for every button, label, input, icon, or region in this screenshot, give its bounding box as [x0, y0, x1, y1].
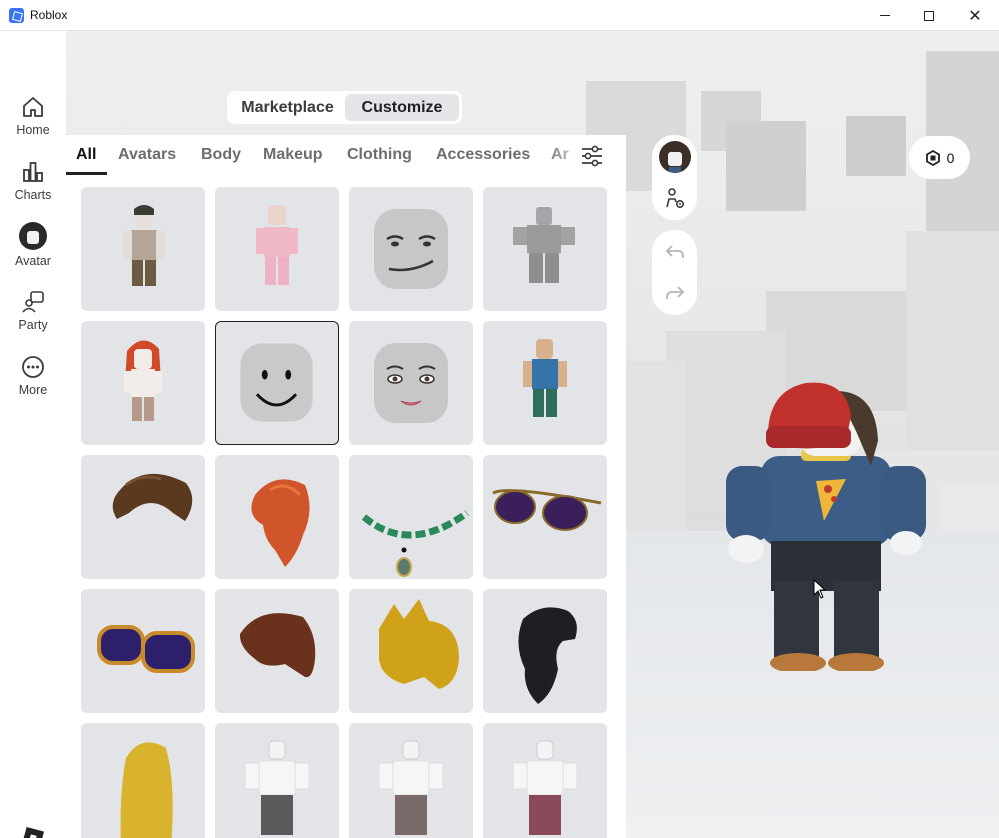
tab-accessories[interactable]: Accessories [436, 146, 530, 164]
hair-golden-icon [379, 599, 459, 689]
necklace-green-icon [361, 510, 470, 577]
close-button[interactable]: ✕ [952, 0, 998, 31]
nav-more-label: More [18, 383, 48, 397]
avatar-settings-icon[interactable] [664, 187, 686, 209]
nav-home-label: Home [16, 123, 50, 137]
tab-all[interactable]: All [76, 146, 96, 164]
item-tile[interactable] [215, 589, 339, 713]
tab-body[interactable]: Body [201, 146, 241, 164]
item-tile[interactable] [483, 723, 607, 838]
robux-icon [925, 149, 940, 166]
undo-redo-pill [652, 230, 697, 315]
item-tile[interactable] [215, 723, 339, 838]
roblox-logo-icon [9, 8, 24, 23]
marketplace-tab[interactable]: Marketplace [230, 94, 345, 121]
avatar-brown-shirt-icon [123, 205, 165, 286]
face-woman-icon [374, 343, 448, 423]
hair-orange-icon [251, 479, 310, 567]
redo-icon[interactable] [665, 284, 685, 302]
left-navigation: Home Charts Avatar Party More [0, 31, 66, 838]
nav-charts-label: Charts [14, 188, 52, 202]
filter-sliders-icon[interactable] [579, 143, 605, 169]
face-smirk-icon [374, 209, 448, 289]
maximize-icon [924, 10, 934, 21]
item-tile[interactable] [483, 187, 607, 311]
avatar-3d-model [726, 382, 926, 671]
charts-icon [23, 162, 43, 182]
avatar-tools-pill [652, 135, 697, 220]
window-title: Roblox [30, 8, 68, 22]
item-tile[interactable] [349, 321, 473, 445]
mouse-cursor-icon [813, 579, 827, 599]
avatar-white-3-icon [512, 740, 578, 835]
nav-avatar-label: Avatar [15, 254, 51, 268]
item-tile[interactable] [81, 455, 205, 579]
item-tile[interactable] [483, 589, 607, 713]
avatar-pink-icon [256, 205, 298, 285]
item-tile[interactable] [215, 187, 339, 311]
avatar-blue-shirt-icon [523, 339, 567, 417]
nav-home[interactable]: Home [0, 95, 66, 137]
item-tile[interactable] [81, 321, 205, 445]
roblox-mark-icon [21, 826, 45, 838]
avatar-headshot-button[interactable] [659, 141, 691, 173]
hair-brown-icon [112, 473, 193, 521]
minimize-button[interactable] [862, 0, 908, 31]
item-tile[interactable] [81, 187, 205, 311]
avatar-gray-blocky-icon [513, 207, 575, 283]
avatar-white-1-icon [244, 740, 310, 835]
nav-more[interactable]: More [0, 355, 66, 397]
item-tile[interactable] [483, 455, 607, 579]
avatar-white-2-icon [378, 740, 444, 835]
tab-makeup[interactable]: Makeup [263, 146, 323, 164]
robux-balance: 0 [946, 149, 955, 166]
customize-tab[interactable]: Customize [345, 94, 459, 121]
hair-brown-messy-icon [239, 613, 316, 678]
face-smile-icon [240, 343, 313, 422]
title-bar: Roblox ✕ [0, 0, 999, 31]
close-icon: ✕ [968, 5, 982, 25]
tab-avatars[interactable]: Avatars [118, 146, 176, 164]
item-tile[interactable] [81, 723, 205, 838]
item-tile[interactable] [349, 187, 473, 311]
item-tile[interactable] [349, 723, 473, 838]
avatar-red-hair-icon [124, 340, 162, 421]
sunglasses-orange-icon [97, 625, 195, 673]
nav-avatar[interactable]: Avatar [0, 222, 66, 268]
nav-party[interactable]: Party [0, 290, 66, 332]
customize-panel: All Avatars Body Makeup Clothing Accesso… [66, 135, 626, 838]
robux-balance-button[interactable]: 0 [909, 136, 970, 179]
maximize-button[interactable] [906, 0, 952, 31]
more-icon [22, 356, 44, 378]
active-tab-indicator [66, 172, 107, 175]
hair-black-icon [518, 607, 577, 704]
category-tabs: All Avatars Body Makeup Clothing Accesso… [66, 135, 626, 177]
avatar-icon [19, 222, 47, 250]
tab-clothing[interactable]: Clothing [347, 146, 412, 164]
item-tile-selected[interactable] [215, 321, 339, 445]
party-icon [22, 291, 44, 313]
undo-icon[interactable] [665, 243, 685, 261]
marketplace-customize-toggle: Marketplace Customize [227, 91, 462, 124]
sunglasses-purple-icon [492, 489, 602, 531]
item-tile[interactable] [483, 321, 607, 445]
item-tile[interactable] [349, 455, 473, 579]
nav-charts[interactable]: Charts [0, 160, 66, 202]
item-tile[interactable] [349, 589, 473, 713]
item-tile[interactable] [81, 589, 205, 713]
minimize-icon [880, 15, 890, 16]
nav-party-label: Party [18, 318, 48, 332]
item-tile[interactable] [215, 455, 339, 579]
home-icon [23, 97, 43, 117]
hair-blonde-icon [120, 742, 173, 838]
